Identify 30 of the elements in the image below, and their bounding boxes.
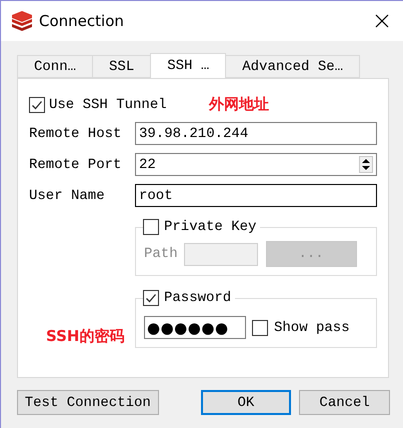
checkmark-icon bbox=[31, 98, 43, 110]
input-field[interactable]: root bbox=[135, 184, 377, 207]
dialog-button[interactable]: OK bbox=[200, 390, 292, 415]
input-field[interactable]: 39.98.210.244 bbox=[135, 122, 377, 145]
checkbox-label: Use SSH Tunnel bbox=[49, 96, 167, 112]
field-label: Remote Host bbox=[29, 126, 122, 142]
stacked-cubes-icon bbox=[11, 11, 33, 31]
tab[interactable]: Advanced Se… bbox=[225, 55, 360, 78]
checkbox[interactable] bbox=[29, 96, 45, 112]
close-icon[interactable] bbox=[375, 14, 389, 28]
spin-field[interactable]: 22 bbox=[135, 153, 377, 176]
field-label: Path bbox=[144, 246, 178, 262]
field-label: Remote Port bbox=[29, 156, 122, 172]
checkbox[interactable] bbox=[252, 320, 268, 336]
annotation: SSH的密码 bbox=[45, 326, 126, 346]
window-title: Connection bbox=[39, 12, 125, 30]
annotation: 外网地址 bbox=[209, 95, 270, 114]
tab[interactable]: Conn… bbox=[17, 55, 94, 78]
checkmark-icon bbox=[145, 292, 157, 304]
checkbox-label: Password bbox=[164, 290, 232, 306]
tab[interactable]: SSH … bbox=[150, 53, 226, 78]
password-field[interactable]: ●●●●●● bbox=[144, 316, 246, 339]
dialog-button[interactable]: Cancel bbox=[299, 390, 390, 415]
tab[interactable]: SSL bbox=[92, 55, 152, 78]
checkbox-label: Private Key bbox=[164, 219, 256, 235]
spinner-arrows-icon[interactable] bbox=[359, 156, 373, 173]
dialog-button[interactable]: Test Connection bbox=[17, 390, 159, 415]
checkbox-label: Show pass bbox=[274, 320, 350, 336]
field-label: User Name bbox=[29, 188, 106, 204]
checkbox[interactable] bbox=[143, 290, 159, 306]
